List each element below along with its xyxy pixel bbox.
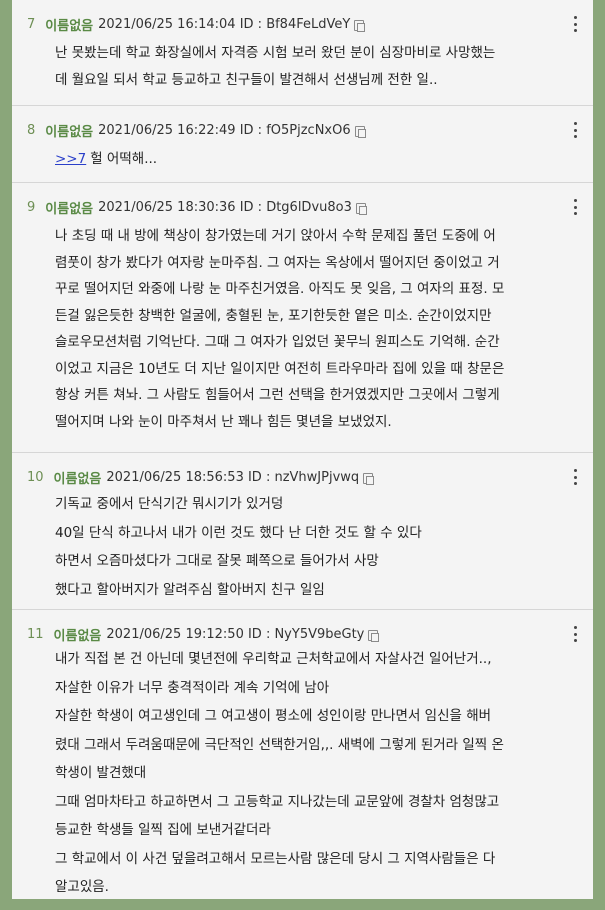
reply-anchor-link[interactable]: >>7 xyxy=(55,151,86,167)
post-body: 나 초딩 때 내 방에 책상이 창가였는데 거기 앉아서 수학 문제집 풀던 도… xyxy=(55,223,565,443)
post-header: 7 이름없음 2021/06/25 16:14:04 ID : Bf84FeLd… xyxy=(27,14,565,34)
post-line: 렸대 그래서 두려움때문에 극단적인 선택한거임,,. 새벽에 그렇게 된거라 … xyxy=(55,736,504,753)
post-line: 항상 커튼 쳐놔. 그 사람도 힘들어서 그런 선택을 한거였겠지만 그곳에서 … xyxy=(55,387,500,403)
post-meta: 2021/06/25 19:12:50 ID : NyY5V9beGty xyxy=(106,626,365,642)
post-line: 알고있음. xyxy=(55,879,109,895)
post-line: 든걸 잃은듯한 창백한 얼굴에, 충혈된 눈, 포기한듯한 옅은 미소. 순간이… xyxy=(55,307,492,324)
post-body: 기독교 중에서 단식기간 뭐시기가 있거덩 40일 단식 하고나서 내가 이런 … xyxy=(55,490,565,612)
post-number: 10 xyxy=(27,469,44,485)
more-options-icon[interactable] xyxy=(569,122,581,138)
post-line: 하면서 오즘마셨다가 그대로 잘못 폐쪽으로 들어가서 사망 xyxy=(55,553,379,569)
post-7: 7 이름없음 2021/06/25 16:14:04 ID : Bf84FeLd… xyxy=(12,0,593,106)
post-number: 11 xyxy=(27,626,44,642)
post-line: 이었고 지금은 10년도 더 지난 일이지만 여전히 트라우마라 집에 있을 때… xyxy=(55,360,505,377)
post-header: 9 이름없음 2021/06/25 18:30:36 ID : Dtg6lDvu… xyxy=(27,197,565,217)
post-line: 40일 단식 하고나서 내가 이런 것도 했다 난 더한 것도 할 수 있다 xyxy=(55,524,422,541)
post-header: 11 이름없음 2021/06/25 19:12:50 ID : NyY5V9b… xyxy=(27,624,565,644)
poster-name: 이름없음 xyxy=(45,124,94,140)
post-body: 난 못봤는데 학교 화장실에서 자격증 시험 보러 왔던 분이 심장마비로 사망… xyxy=(55,40,565,101)
copy-icon[interactable] xyxy=(354,125,366,138)
post-meta: 2021/06/25 18:30:36 ID : Dtg6lDvu8o3 xyxy=(98,199,352,215)
post-number: 8 xyxy=(27,122,36,138)
post-body: >>7 헐 어떡해... xyxy=(55,146,565,181)
copy-icon[interactable] xyxy=(363,472,375,485)
post-line: 떨어지며 나와 눈이 마주쳐서 난 꽤나 힘든 몇년을 보냈었지. xyxy=(55,413,392,430)
post-line: 슬로우모션처럼 기억난다. 그때 그 여자가 입었던 꽃무늬 원피스도 기억해.… xyxy=(55,334,500,350)
post-line: 데 월요일 되서 학교 등교하고 친구들이 발견해서 선생님께 전한 일.. xyxy=(55,71,438,88)
post-header: 8 이름없음 2021/06/25 16:22:49 ID : fO5PjzcN… xyxy=(27,120,565,140)
poster-name: 이름없음 xyxy=(53,628,102,644)
post-body: 내가 직접 본 건 아닌데 몇년전에 우리학교 근처학교에서 자살사건 일어난거… xyxy=(55,645,565,910)
post-line: 꾸로 떨어지던 와중에 나랑 눈 마주친거였음. 아직도 못 잊음, 그 여자의… xyxy=(55,281,505,297)
post-line: 자살한 이유가 너무 충격적이라 계속 기억에 남아 xyxy=(55,679,330,696)
post-line: >>7 헐 어떡해... xyxy=(55,146,565,173)
post-text: 헐 어떡해... xyxy=(90,151,158,167)
post-header: 10 이름없음 2021/06/25 18:56:53 ID : nzVhwJP… xyxy=(27,467,565,487)
post-number: 9 xyxy=(27,199,36,215)
copy-icon[interactable] xyxy=(354,19,366,32)
post-meta: 2021/06/25 16:22:49 ID : fO5PjzcNxO6 xyxy=(98,122,351,138)
more-options-icon[interactable] xyxy=(569,469,581,485)
poster-name: 이름없음 xyxy=(53,471,102,487)
more-options-icon[interactable] xyxy=(569,199,581,215)
post-line: 기독교 중에서 단식기간 뭐시기가 있거덩 xyxy=(55,496,284,512)
post-line: 내가 직접 본 건 아닌데 몇년전에 우리학교 근처학교에서 자살사건 일어난거… xyxy=(55,651,492,667)
post-8: 8 이름없음 2021/06/25 16:22:49 ID : fO5PjzcN… xyxy=(12,106,593,183)
copy-icon[interactable] xyxy=(355,202,367,215)
poster-name: 이름없음 xyxy=(45,18,94,34)
post-line: 나 초딩 때 내 방에 책상이 창가였는데 거기 앉아서 수학 문제집 풀던 도… xyxy=(55,228,496,244)
post-line: 난 못봤는데 학교 화장실에서 자격증 시험 보러 왔던 분이 심장마비로 사망… xyxy=(55,45,496,61)
post-line: 그때 엄마차타고 하교하면서 그 고등학교 지나갔는데 교문앞에 경찰차 엄청많… xyxy=(55,793,500,810)
post-line: 그 학교에서 이 사건 덮을려고해서 모르는사람 많은데 당시 그 지역사람들은… xyxy=(55,850,496,867)
post-10: 10 이름없음 2021/06/25 18:56:53 ID : nzVhwJP… xyxy=(12,453,593,610)
post-line: 했다고 할아버지가 알려주심 할아버지 친구 일임 xyxy=(55,581,325,598)
post-meta: 2021/06/25 16:14:04 ID : Bf84FeLdVeY xyxy=(98,16,351,32)
post-number: 7 xyxy=(27,16,36,32)
more-options-icon[interactable] xyxy=(569,16,581,32)
post-line: 자살한 학생이 여고생인데 그 여고생이 평소에 성인이랑 만나면서 임신을 해… xyxy=(55,708,492,724)
post-line: 등교한 학생들 일찍 집에 보낸거같더라 xyxy=(55,822,271,838)
more-options-icon[interactable] xyxy=(569,626,581,642)
post-meta: 2021/06/25 18:56:53 ID : nzVhwJPjvwq xyxy=(106,469,360,485)
post-line: 렴풋이 창가 봤다가 여자랑 눈마주침. 그 여자는 옥상에서 떨어지던 중이었… xyxy=(55,254,500,271)
copy-icon[interactable] xyxy=(368,629,380,642)
thread-container: 7 이름없음 2021/06/25 16:14:04 ID : Bf84FeLd… xyxy=(12,0,593,899)
post-9: 9 이름없음 2021/06/25 18:30:36 ID : Dtg6lDvu… xyxy=(12,183,593,453)
post-line: 학생이 발견했대 xyxy=(55,765,147,781)
poster-name: 이름없음 xyxy=(45,201,94,217)
post-11: 11 이름없음 2021/06/25 19:12:50 ID : NyY5V9b… xyxy=(12,610,593,910)
